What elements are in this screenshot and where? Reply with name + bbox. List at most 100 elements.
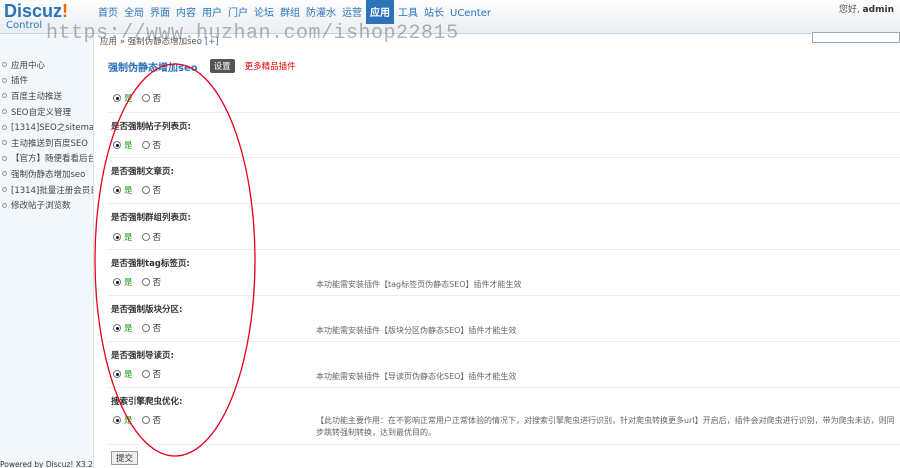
nav-operations[interactable]: 运营 — [340, 6, 364, 26]
discuz-logo[interactable]: Discuz! Control — [4, 2, 90, 34]
option-yes-label: 是 — [124, 233, 133, 243]
logo-bang: ! — [62, 1, 69, 21]
search-input[interactable] — [812, 32, 900, 43]
settings-button[interactable]: 设置 — [209, 59, 235, 73]
setting-label: 是否强制导读页: — [111, 351, 174, 361]
radio-yes[interactable] — [113, 278, 121, 286]
option-yes-label: 是 — [124, 324, 133, 334]
radio-no[interactable] — [141, 233, 150, 241]
setting-radios-0: 是 否 — [113, 92, 161, 104]
sidebar-item-active-push[interactable]: 主动推送到百度SEO — [0, 135, 93, 151]
admin-control-panel: Discuz! Control 首页 全局 界面 内容 用户 门户 论坛 群组 … — [0, 0, 900, 468]
radio-yes[interactable] — [113, 233, 121, 241]
nav-webmaster[interactable]: 站长 — [422, 6, 446, 26]
nav-forum[interactable]: 论坛 — [252, 6, 276, 26]
radio-yes[interactable] — [113, 186, 121, 194]
sidebar-item-label: [1314]SEO之sitemap — [11, 123, 94, 134]
setting-label: 搜索引擎爬虫优化: — [111, 397, 183, 407]
row-divider — [108, 249, 900, 250]
setting-label: 是否强制群组列表页: — [111, 213, 191, 223]
setting-label: 是否强制版块分区: — [111, 305, 183, 315]
radio-no[interactable] — [141, 416, 150, 424]
option-no-label: 否 — [152, 278, 162, 288]
row-divider — [108, 341, 900, 342]
nav-content[interactable]: 内容 — [174, 6, 198, 26]
option-no-label: 否 — [152, 324, 162, 334]
row-divider — [108, 387, 900, 388]
nav-global[interactable]: 全局 — [122, 6, 146, 26]
quick-add-link[interactable]: [+] — [205, 37, 219, 47]
radio-no[interactable] — [141, 94, 150, 102]
setting-note: 本功能需安装插件【版块分区伪静态SEO】插件才能生效 — [316, 326, 517, 335]
powered-by[interactable]: Powered by Discuz! X3.2 — [0, 460, 93, 468]
row-divider — [108, 157, 900, 158]
user-greeting: 您好, admin — [839, 2, 894, 15]
top-nav: 首页 全局 界面 内容 用户 门户 论坛 群组 防灌水 运营 应用 工具 站长 … — [96, 0, 495, 26]
nav-tools[interactable]: 工具 — [396, 6, 420, 26]
sidebar-item-sitemap[interactable]: [1314]SEO之sitemap — [0, 119, 93, 135]
submit-button[interactable]: 提交 — [111, 451, 139, 465]
radio-no[interactable] — [141, 324, 150, 332]
radio-no[interactable] — [141, 141, 150, 149]
radio-yes[interactable] — [113, 94, 121, 102]
sidebar-item-random-browse[interactable]: 【官方】随便看看后台 — [0, 151, 93, 167]
sidebar-item-baidu-push[interactable]: 百度主动推送 — [0, 88, 93, 104]
setting-note: 【此功能主要作用：在不影响正常用户正常体验的情况下，对搜索引擎爬虫进行识别，针对… — [316, 416, 895, 437]
bullet-icon — [2, 187, 7, 193]
setting-radios-1: 是 否 — [113, 139, 161, 151]
setting-radios-2: 是 否 — [113, 184, 161, 196]
radio-yes[interactable] — [113, 324, 121, 332]
option-yes-label: 是 — [124, 416, 133, 426]
username-link[interactable]: admin — [863, 5, 894, 15]
sidebar-item-batch-register[interactable]: [1314]批量注册会员日 — [0, 182, 93, 198]
sidebar-item-label: 强制伪静态增加seo — [11, 169, 86, 180]
setting-label: 是否强制文章页: — [111, 167, 174, 177]
radio-no[interactable] — [141, 186, 150, 194]
bullet-icon — [2, 109, 7, 115]
sidebar-item-seo-custom[interactable]: SEO自定义管理 — [0, 104, 93, 120]
setting-note: 本功能需安装插件【导读页伪静态化SEO】插件才能生效 — [316, 372, 517, 381]
setting-radios-3: 是 否 — [113, 231, 161, 243]
radio-yes[interactable] — [113, 370, 121, 378]
radio-no[interactable] — [141, 370, 150, 378]
setting-label: 是否强制帖子列表页: — [111, 122, 191, 132]
setting-note: 本功能需安装插件【tag标签页伪静态SEO】插件才能生效 — [316, 280, 522, 289]
sidebar-item-app-center[interactable]: 应用中心 — [0, 57, 93, 73]
option-no-label: 否 — [152, 141, 162, 151]
sidebar-item-label: SEO自定义管理 — [11, 107, 71, 118]
bullet-icon — [2, 155, 7, 161]
sidebar-item-view-count[interactable]: 修改帖子浏览数 — [0, 197, 93, 213]
nav-interface[interactable]: 界面 — [148, 6, 172, 26]
bullet-icon — [2, 202, 7, 208]
nav-groups[interactable]: 群组 — [278, 6, 302, 26]
setting-label: 是否强制tag标签页: — [111, 259, 190, 269]
bullet-icon — [2, 93, 7, 99]
sidebar-item-force-rewrite[interactable]: 强制伪静态增加seo — [0, 166, 93, 182]
nav-antispam[interactable]: 防灌水 — [304, 6, 338, 26]
option-yes-label: 是 — [124, 94, 133, 104]
radio-yes[interactable] — [113, 416, 121, 424]
nav-portal[interactable]: 门户 — [226, 6, 250, 26]
nav-apps[interactable]: 应用 — [366, 0, 394, 24]
sidebar-item-plugins[interactable]: 插件 — [0, 73, 93, 89]
bullet-icon — [2, 62, 7, 68]
option-yes-label: 是 — [124, 141, 133, 151]
setting-radios-4: 是 否 — [113, 276, 161, 288]
top-header: Discuz! Control 首页 全局 界面 内容 用户 门户 论坛 群组 … — [0, 0, 900, 34]
breadcrumb: 应用 » 强制伪静态增加seo [+] — [100, 35, 219, 47]
setting-radios-5: 是 否 — [113, 322, 161, 334]
nav-users[interactable]: 用户 — [200, 6, 224, 26]
bullet-icon — [2, 140, 7, 146]
plugin-titlebar: 强制伪静态增加seo 设置 更多精品插件 — [108, 59, 296, 74]
row-divider — [108, 112, 900, 113]
radio-yes[interactable] — [113, 141, 121, 149]
sidebar-item-label: 主动推送到百度SEO — [11, 138, 88, 149]
row-divider — [108, 203, 900, 204]
setting-radios-7: 是 否 — [113, 414, 161, 426]
more-plugins-link[interactable]: 更多精品插件 — [245, 60, 296, 72]
nav-home[interactable]: 首页 — [96, 6, 120, 26]
nav-ucenter[interactable]: UCenter — [448, 6, 493, 26]
option-no-label: 否 — [152, 233, 162, 243]
logo-brand: Discuz — [4, 1, 63, 21]
radio-no[interactable] — [141, 278, 150, 286]
